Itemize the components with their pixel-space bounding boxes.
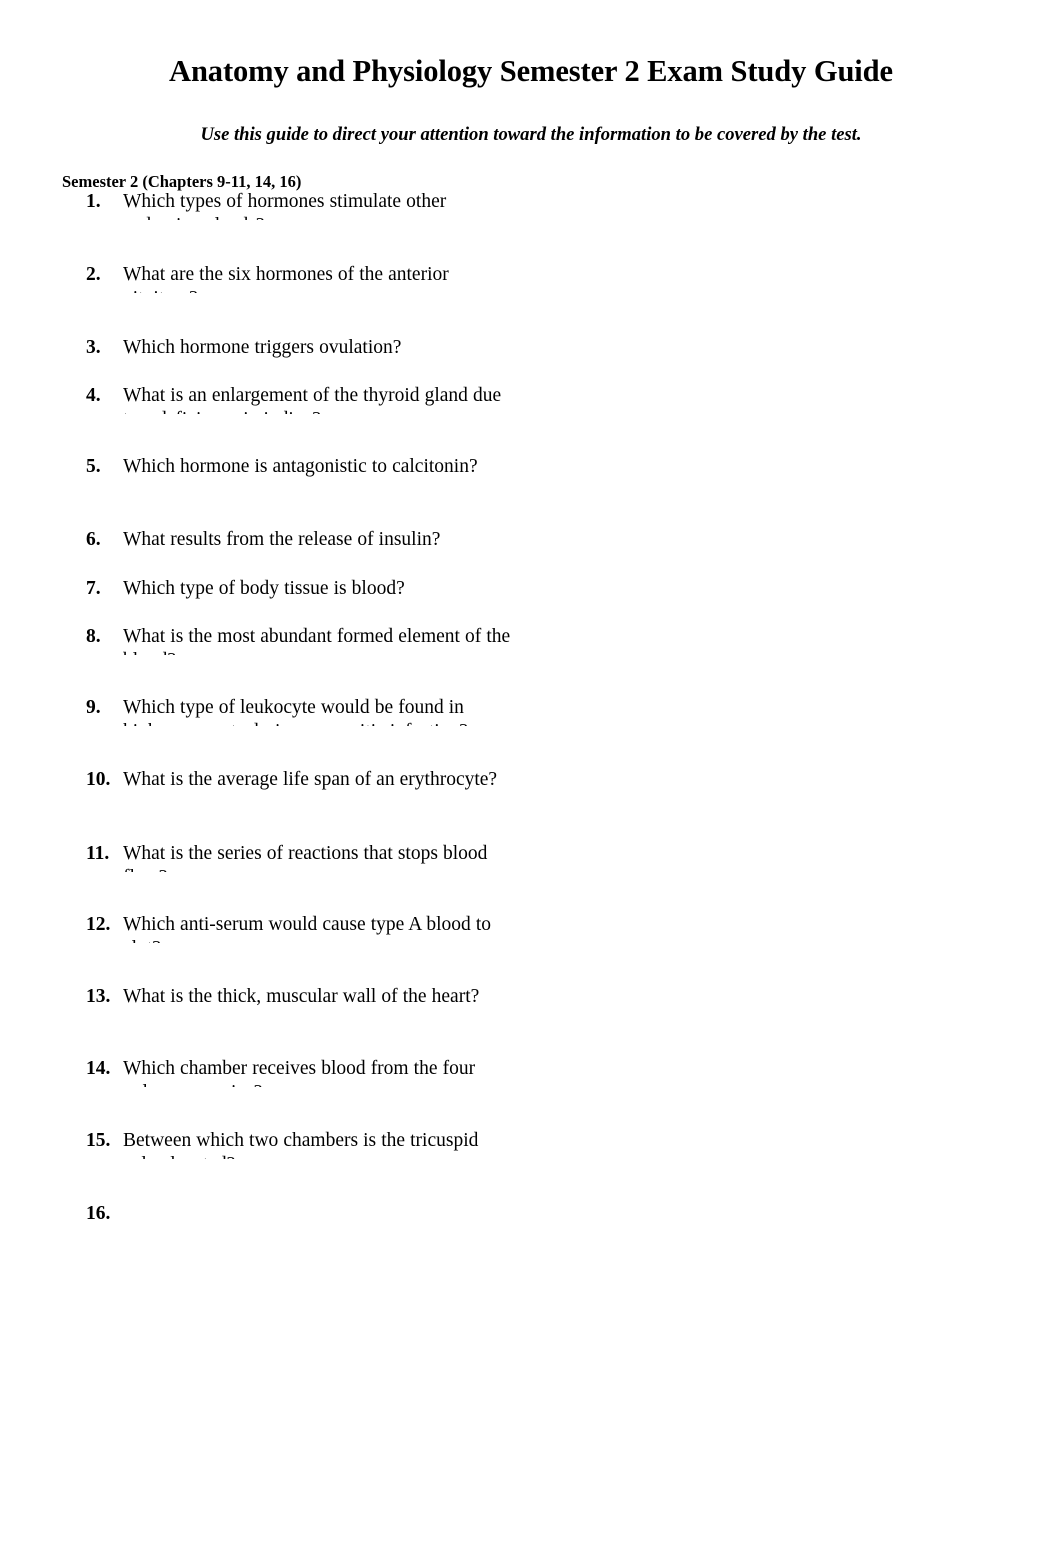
list-item: 13. What is the thick, muscular wall of … [86, 985, 516, 1009]
list-item-text: What are the six hormones of the anterio… [123, 264, 449, 293]
list-item-text: Which hormone triggers ovulation? [123, 337, 402, 358]
list-item-text: What is the thick, muscular wall of the … [123, 986, 480, 1007]
list-item-text: Which anti-serum would cause type A bloo… [123, 914, 492, 943]
list-item: 7. Which type of body tissue is blood? [86, 577, 516, 601]
list-item-number: 9. [86, 697, 101, 718]
list-item: 12. Which anti-serum would cause type A … [86, 913, 516, 943]
list-item-number: 15. [86, 1130, 111, 1151]
list-item-text: What is the average life span of an eryt… [123, 769, 498, 790]
list-item-text: Which type of leukocyte would be found i… [123, 697, 468, 726]
document-page: Anatomy and Physiology Semester 2 Exam S… [0, 0, 1062, 1556]
list-item-number: 7. [86, 578, 101, 599]
list-item-number: 14. [86, 1058, 111, 1079]
list-item: 14. Which chamber receives blood from th… [86, 1057, 516, 1087]
list-item: 11. What is the series of reactions that… [86, 842, 516, 872]
section-heading: Semester 2 (Chapters 9-11, 14, 16) [62, 172, 302, 191]
list-item: 8. What is the most abundant formed elem… [86, 625, 516, 655]
list-item-text: What is an enlargement of the thyroid gl… [123, 385, 502, 414]
list-item: 15. Between which two chambers is the tr… [86, 1129, 516, 1159]
list-item-number: 16. [86, 1203, 111, 1224]
list-item-text: Which type of body tissue is blood? [123, 578, 405, 599]
list-item: 2. What are the six hormones of the ante… [86, 263, 516, 293]
page-subtitle: Use this guide to direct your attention … [200, 124, 862, 145]
list-item-text: Which hormone is antagonistic to calcito… [123, 456, 478, 477]
list-item-number: 3. [86, 337, 101, 358]
list-item: 1. Which types of hormones stimulate oth… [86, 190, 516, 220]
list-item: 9. Which type of leukocyte would be foun… [86, 696, 516, 726]
list-item-number: 6. [86, 529, 101, 550]
list-item-number: 13. [86, 986, 111, 1007]
list-item-number: 1. [86, 191, 101, 212]
list-item: 6. What results from the release of insu… [86, 528, 516, 552]
list-item-text: What is the most abundant formed element… [123, 626, 511, 655]
list-item-text: What results from the release of insulin… [123, 529, 441, 550]
list-item: 5. Which hormone is antagonistic to calc… [86, 455, 516, 479]
list-item: 16. [86, 1202, 516, 1226]
list-item: 3. Which hormone triggers ovulation? [86, 336, 516, 360]
page-title: Anatomy and Physiology Semester 2 Exam S… [169, 54, 893, 88]
list-item-number: 5. [86, 456, 101, 477]
list-item-number: 11. [86, 843, 110, 864]
list-item-text: Which chamber receives blood from the fo… [123, 1058, 476, 1087]
list-item-number: 12. [86, 914, 111, 935]
list-item: 10. What is the average life span of an … [86, 768, 516, 792]
list-item-text: Which types of hormones stimulate other … [123, 191, 447, 220]
list-item-text: Between which two chambers is the tricus… [123, 1130, 479, 1159]
list-item-number: 4. [86, 385, 101, 406]
list-item-number: 10. [86, 769, 111, 790]
list-item-number: 8. [86, 626, 101, 647]
list-item-number: 2. [86, 264, 101, 285]
list-item: 4. What is an enlargement of the thyroid… [86, 384, 516, 414]
list-item-text: What is the series of reactions that sto… [123, 843, 488, 872]
